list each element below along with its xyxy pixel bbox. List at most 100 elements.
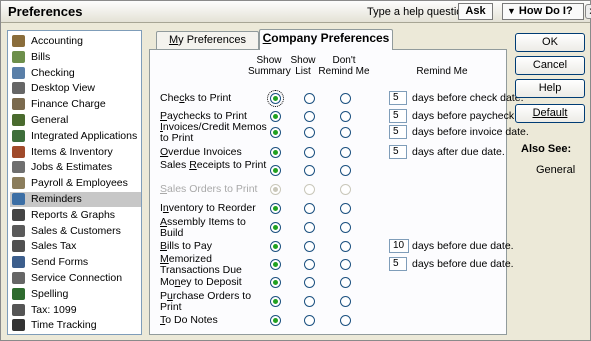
remind-days-text: days before invoice date. bbox=[412, 126, 529, 138]
sidebar-item-service-connection[interactable]: Service Connection bbox=[10, 271, 141, 286]
show-list-radio[interactable] bbox=[304, 111, 315, 122]
remind-days-field[interactable]: 5 bbox=[389, 125, 407, 139]
sidebar-item-general[interactable]: General bbox=[10, 113, 141, 128]
show-list-radio[interactable] bbox=[304, 93, 315, 104]
show-list-radio[interactable] bbox=[304, 259, 315, 270]
dont-remind-radio[interactable] bbox=[340, 222, 351, 233]
dropdown-triangle-icon: ▼ bbox=[507, 6, 516, 16]
dont-remind-radio[interactable] bbox=[340, 93, 351, 104]
show-list-radio[interactable] bbox=[304, 165, 315, 176]
remind-days-field[interactable]: 5 bbox=[389, 257, 407, 271]
close-icon[interactable]: x bbox=[585, 4, 591, 19]
remind-days-field[interactable]: 5 bbox=[389, 109, 407, 123]
help-button[interactable]: Help bbox=[515, 79, 585, 98]
show-list-radio[interactable] bbox=[304, 127, 315, 138]
general-icon bbox=[12, 114, 25, 126]
show-summary-radio[interactable] bbox=[270, 296, 281, 307]
bills-icon bbox=[12, 50, 25, 63]
tab-my-preferences[interactable]: My Preferences bbox=[156, 31, 259, 49]
sales-tax-icon bbox=[12, 240, 25, 253]
tab-company-preferences-label: Company Preferences bbox=[262, 31, 390, 45]
sidebar-item-label: Finance Charge bbox=[31, 98, 106, 111]
reminder-label: Overdue Invoices bbox=[160, 146, 242, 158]
how-do-i-button[interactable]: ▼ How Do I? bbox=[502, 3, 584, 20]
sidebar-item-jobs-estimates[interactable]: Jobs & Estimates bbox=[10, 160, 141, 175]
sidebar-item-label: Reports & Graphs bbox=[31, 208, 116, 221]
reminder-label: Inventory to Reorder bbox=[160, 202, 256, 214]
reminder-label: Sales Orders to Print bbox=[160, 183, 258, 195]
sidebar-item-label: Send Forms bbox=[31, 256, 89, 269]
sidebar-item-send-forms[interactable]: Send Forms bbox=[10, 255, 141, 270]
remind-days-field[interactable]: 5 bbox=[389, 91, 407, 105]
show-list-radio[interactable] bbox=[304, 222, 315, 233]
sidebar-item-finance-charge[interactable]: Finance Charge bbox=[10, 97, 141, 112]
show-summary-radio[interactable] bbox=[270, 259, 281, 270]
sidebar-item-label: Accounting bbox=[31, 35, 83, 47]
dont-remind-radio[interactable] bbox=[340, 111, 351, 122]
show-list-radio[interactable] bbox=[304, 241, 315, 252]
show-summary-radio[interactable] bbox=[270, 241, 281, 252]
sales-customers-icon bbox=[12, 224, 25, 237]
show-summary-radio[interactable] bbox=[270, 315, 281, 326]
show-list-radio[interactable] bbox=[304, 147, 315, 158]
dont-remind-radio[interactable] bbox=[340, 241, 351, 252]
also-see-general-link[interactable]: General bbox=[536, 164, 575, 176]
show-list-radio[interactable] bbox=[304, 315, 315, 326]
sidebar-item-label: Items & Inventory bbox=[31, 145, 113, 158]
ok-button[interactable]: OK bbox=[515, 33, 585, 52]
show-summary-radio[interactable] bbox=[270, 222, 281, 233]
sidebar-item-checking[interactable]: Checking bbox=[10, 66, 141, 81]
sidebar-item-label: Payroll & Employees bbox=[31, 177, 128, 190]
sidebar-item-label: Reminders bbox=[31, 193, 82, 205]
items-inventory-icon bbox=[12, 145, 25, 158]
finance-charge-icon bbox=[12, 98, 25, 111]
reminder-label: Sales Receipts to Print bbox=[160, 159, 267, 171]
sidebar-item-accounting[interactable]: Accounting bbox=[10, 34, 141, 49]
sidebar-item-items-inventory[interactable]: Items & Inventory bbox=[10, 145, 141, 160]
time-tracking-icon bbox=[12, 319, 25, 332]
sidebar-item-label: Bills bbox=[31, 50, 51, 63]
sidebar-item-sales-customers[interactable]: Sales & Customers bbox=[10, 224, 141, 239]
sidebar-item-desktop-view[interactable]: Desktop View bbox=[10, 81, 141, 96]
show-summary-radio[interactable] bbox=[270, 111, 281, 122]
sidebar-item-reminders[interactable]: Reminders bbox=[10, 192, 141, 207]
show-summary-radio[interactable] bbox=[270, 127, 281, 138]
dont-remind-radio[interactable] bbox=[340, 259, 351, 270]
dont-remind-radio[interactable] bbox=[340, 147, 351, 158]
dont-remind-radio[interactable] bbox=[340, 127, 351, 138]
dont-remind-radio[interactable] bbox=[340, 315, 351, 326]
preferences-category-list[interactable]: Accounting Bills Checking Desktop View Finan… bbox=[7, 30, 142, 335]
dont-remind-radio[interactable] bbox=[340, 296, 351, 307]
reminders-icon bbox=[12, 193, 25, 205]
sidebar-item-bills[interactable]: Bills bbox=[10, 50, 141, 65]
tab-company-preferences[interactable]: Company Preferences bbox=[259, 29, 393, 50]
sidebar-item-tax-1099[interactable]: Tax: 1099 bbox=[10, 303, 141, 318]
remind-days-text: days before due date. bbox=[412, 240, 514, 252]
dont-remind-radio[interactable] bbox=[340, 203, 351, 214]
sidebar-item-time-tracking[interactable]: Time Tracking bbox=[10, 318, 141, 333]
show-summary-radio[interactable] bbox=[270, 203, 281, 214]
show-list-radio[interactable] bbox=[304, 296, 315, 307]
show-summary-radio[interactable] bbox=[267, 90, 284, 107]
show-summary-radio[interactable] bbox=[270, 147, 281, 158]
show-summary-radio[interactable] bbox=[270, 277, 281, 288]
dont-remind-radio[interactable] bbox=[340, 277, 351, 288]
remind-days-field[interactable]: 5 bbox=[389, 145, 407, 159]
remind-days-field[interactable]: 10 bbox=[389, 239, 409, 253]
sidebar-item-integrated-applications[interactable]: Integrated Applications bbox=[10, 129, 141, 144]
sidebar-item-spelling[interactable]: Spelling bbox=[10, 287, 141, 302]
ask-button[interactable]: Ask bbox=[458, 3, 493, 20]
sidebar-item-payroll-employees[interactable]: Payroll & Employees bbox=[10, 176, 141, 191]
show-list-radio[interactable] bbox=[304, 203, 315, 214]
service-connection-icon bbox=[12, 272, 25, 284]
show-list-radio bbox=[304, 184, 315, 195]
dont-remind-radio[interactable] bbox=[340, 165, 351, 176]
default-button[interactable]: Default bbox=[515, 104, 585, 123]
cancel-button[interactable]: Cancel bbox=[515, 56, 585, 75]
sidebar-item-reports-graphs[interactable]: Reports & Graphs bbox=[10, 208, 141, 223]
show-summary-radio[interactable] bbox=[270, 165, 281, 176]
show-list-radio[interactable] bbox=[304, 277, 315, 288]
header-dont-remind-me: Don't Remind Me bbox=[318, 55, 370, 77]
sidebar-item-sales-tax[interactable]: Sales Tax bbox=[10, 239, 141, 254]
header-show-summary: Show Summary bbox=[248, 55, 291, 77]
